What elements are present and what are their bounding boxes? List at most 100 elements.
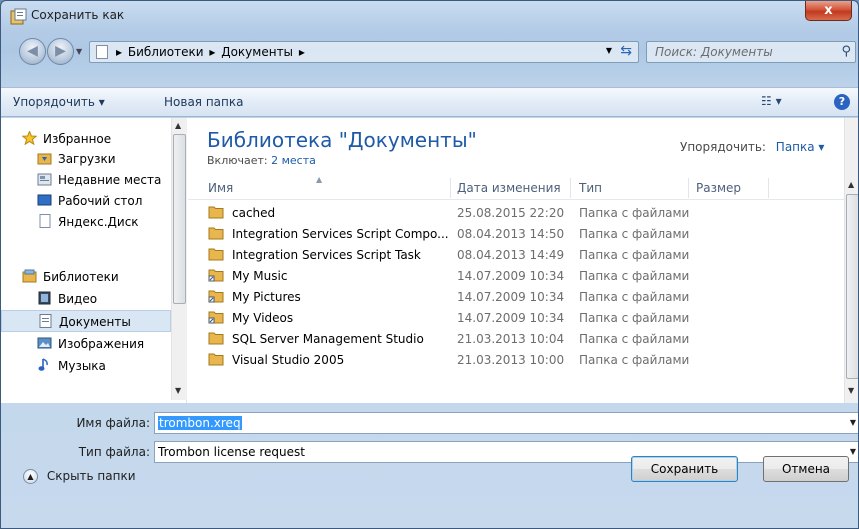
nav-pictures-label: Изображения bbox=[58, 337, 145, 351]
filename-input[interactable]: trombon.xreq ▼ bbox=[154, 412, 858, 434]
nav-music[interactable]: Музыка bbox=[1, 355, 171, 377]
arrange-by: Упорядочить: Папка ▾ bbox=[680, 140, 824, 154]
nav-scroll-thumb[interactable] bbox=[173, 134, 186, 304]
save-button[interactable]: Сохранить bbox=[631, 456, 738, 482]
table-row[interactable]: Integration Services Script Compo... 08.0… bbox=[188, 223, 844, 245]
library-title: Библиотека "Документы" bbox=[207, 128, 477, 152]
file-type: Папка с файлами bbox=[579, 206, 690, 220]
nav-documents[interactable]: Документы bbox=[1, 310, 171, 332]
table-row[interactable]: cached 25.08.2015 22:20 Папка с файлами bbox=[188, 202, 844, 224]
filetype-value: Trombon license request bbox=[158, 445, 305, 459]
column-divider[interactable] bbox=[688, 178, 689, 198]
nav-music-label: Музыка bbox=[58, 359, 106, 373]
file-date: 25.08.2015 22:20 bbox=[457, 206, 565, 220]
scroll-down-icon[interactable]: ▼ bbox=[175, 386, 181, 395]
file-list-pane: Библиотека "Документы" Включает: 2 места… bbox=[188, 118, 844, 403]
table-row[interactable]: My Music 14.07.2009 10:34 Папка с файлами bbox=[188, 265, 844, 287]
folder-icon bbox=[208, 331, 224, 345]
shortcut-folder-icon bbox=[208, 289, 224, 303]
filetype-dropdown-icon[interactable]: ▼ bbox=[850, 447, 856, 456]
history-dropdown-icon[interactable]: ▼ bbox=[76, 47, 82, 56]
nav-yandex-disk-label: Яндекс.Диск bbox=[58, 215, 139, 229]
file-name: My Videos bbox=[232, 311, 294, 325]
video-icon bbox=[37, 291, 52, 305]
save-form: Имя файла: trombon.xreq ▼ Тип файла: Tro… bbox=[1, 403, 858, 463]
file-list-scrollbar[interactable]: ▲ ▼ bbox=[844, 118, 858, 403]
sort-ascending-icon: ▲ bbox=[316, 175, 323, 184]
desktop-icon bbox=[37, 193, 52, 207]
column-date[interactable]: Дата изменения bbox=[457, 181, 561, 195]
nav-downloads-label: Загрузки bbox=[58, 152, 116, 166]
table-row[interactable]: Visual Studio 2005 21.03.2013 10:00 Папка … bbox=[188, 349, 844, 371]
address-dropdown-icon[interactable]: ▼ bbox=[606, 46, 612, 55]
scroll-down-icon[interactable]: ▼ bbox=[848, 386, 854, 395]
nav-libraries[interactable]: Библиотеки bbox=[1, 266, 171, 288]
nav-pictures[interactable]: Изображения bbox=[1, 333, 171, 355]
refresh-icon[interactable]: ⇆ bbox=[620, 43, 632, 59]
filename-value[interactable]: trombon.xreq bbox=[158, 416, 242, 430]
nav-recent-places[interactable]: Недавние места bbox=[1, 169, 171, 191]
documents-icon bbox=[38, 314, 53, 328]
table-row[interactable]: Integration Services Script Task 08.04.20… bbox=[188, 244, 844, 266]
file-name: Integration Services Script Compo... bbox=[232, 227, 449, 241]
help-icon[interactable]: ? bbox=[834, 94, 850, 110]
view-options-icon[interactable]: ☷ ▾ bbox=[761, 94, 782, 108]
hide-folders-button[interactable]: ▲ Скрыть папки bbox=[23, 469, 136, 484]
column-name[interactable]: Имя bbox=[208, 181, 233, 195]
file-type: Папка с файлами bbox=[579, 248, 690, 262]
table-row[interactable]: My Pictures 14.07.2009 10:34 Папка с файла… bbox=[188, 286, 844, 308]
filetype-select[interactable]: Trombon license request ▼ bbox=[154, 441, 858, 463]
table-row[interactable]: My Videos 14.07.2009 10:34 Папка с файлами bbox=[188, 307, 844, 329]
nav-scrollbar[interactable]: ▲ ▼ bbox=[171, 118, 187, 400]
address-bar[interactable]: ▸ Библиотеки ▸ Документы ▸ ▼ ⇆ bbox=[89, 41, 639, 63]
save-dialog-icon bbox=[10, 8, 27, 25]
file-scroll-thumb[interactable] bbox=[846, 194, 858, 379]
column-divider[interactable] bbox=[450, 178, 451, 198]
pictures-icon bbox=[37, 336, 52, 350]
document-icon bbox=[37, 214, 52, 228]
search-input[interactable]: Поиск: Документы ⚲ bbox=[646, 41, 856, 63]
column-type[interactable]: Тип bbox=[579, 181, 602, 195]
recent-places-icon bbox=[37, 172, 52, 186]
scroll-up-icon[interactable]: ▲ bbox=[175, 121, 181, 130]
content-area: Избранное Загрузки Недавние места Рабочи… bbox=[1, 118, 858, 403]
close-button[interactable]: x bbox=[805, 1, 852, 21]
cancel-button[interactable]: Отмена bbox=[763, 456, 849, 482]
file-date: 14.07.2009 10:34 bbox=[457, 311, 565, 325]
breadcrumb-separator[interactable]: ▸ bbox=[299, 45, 305, 59]
title-bar: Сохранить как x bbox=[1, 1, 858, 31]
file-name: cached bbox=[232, 206, 276, 220]
organize-button[interactable]: Упорядочить ▾ bbox=[13, 95, 105, 109]
file-type: Папка с файлами bbox=[579, 353, 690, 367]
breadcrumb-libraries[interactable]: Библиотеки bbox=[128, 45, 204, 59]
column-size[interactable]: Размер bbox=[696, 181, 741, 195]
arrange-dropdown[interactable]: Папка ▾ bbox=[776, 140, 825, 154]
nav-downloads[interactable]: Загрузки bbox=[1, 148, 171, 170]
file-name: My Music bbox=[232, 269, 288, 283]
file-date: 14.07.2009 10:34 bbox=[457, 269, 565, 283]
nav-video[interactable]: Видео bbox=[1, 288, 171, 310]
file-type: Папка с файлами bbox=[579, 311, 690, 325]
nav-desktop[interactable]: Рабочий стол bbox=[1, 190, 171, 212]
new-folder-button[interactable]: Новая папка bbox=[164, 95, 243, 109]
table-row[interactable]: SQL Server Management Studio 21.03.2013 1… bbox=[188, 328, 844, 350]
file-type: Папка с файлами bbox=[579, 290, 690, 304]
breadcrumb: ▸ Библиотеки ▸ Документы ▸ bbox=[116, 45, 307, 59]
breadcrumb-documents[interactable]: Документы bbox=[221, 45, 293, 59]
column-divider[interactable] bbox=[768, 178, 769, 198]
column-header-row: Имя ▲ Дата изменения Тип Размер bbox=[188, 175, 844, 200]
scroll-up-icon[interactable]: ▲ bbox=[848, 180, 854, 189]
nav-favorites[interactable]: Избранное bbox=[1, 128, 171, 150]
back-button[interactable]: ◀ bbox=[19, 38, 46, 65]
navigation-pane: Избранное Загрузки Недавние места Рабочи… bbox=[1, 118, 187, 403]
filename-dropdown-icon[interactable]: ▼ bbox=[850, 418, 856, 427]
address-row: ◀ ▶ ▼ ▸ Библиотеки ▸ Документы ▸ ▼ ⇆ Пои… bbox=[1, 35, 858, 69]
column-divider[interactable] bbox=[570, 178, 571, 198]
file-type: Папка с файлами bbox=[579, 332, 690, 346]
nav-video-label: Видео bbox=[58, 292, 98, 306]
downloads-folder-icon bbox=[37, 151, 52, 165]
includes-link[interactable]: 2 места bbox=[271, 154, 316, 167]
search-icon[interactable]: ⚲ bbox=[841, 44, 851, 59]
forward-button[interactable]: ▶ bbox=[47, 38, 74, 65]
nav-yandex-disk[interactable]: Яндекс.Диск bbox=[1, 211, 171, 233]
